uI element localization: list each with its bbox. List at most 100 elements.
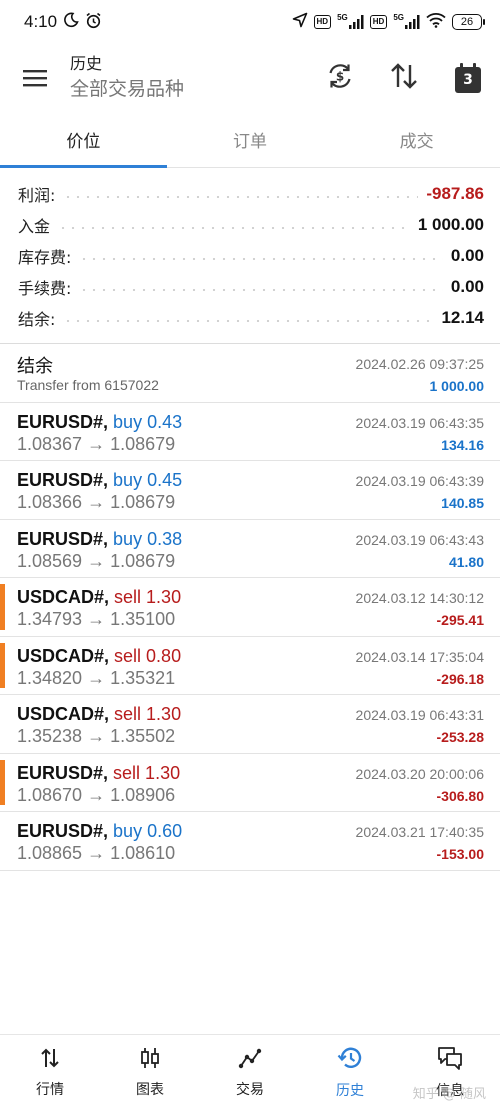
nav-chart[interactable]: 图表 — [100, 1035, 200, 1111]
summary-label: 入金 — [18, 216, 51, 236]
deal-row[interactable]: EURUSD#, buy 0.38 1.08569 → 1.08679 2024… — [0, 520, 500, 578]
summary-value: 12.14 — [441, 307, 484, 327]
history-icon — [337, 1046, 363, 1074]
currency-refresh-icon: $ — [326, 62, 354, 94]
moon-icon — [63, 12, 79, 32]
tab-bar: 价位 订单 成交 — [0, 112, 500, 168]
title-block[interactable]: 历史 全部交易品种 — [70, 54, 184, 102]
summary-value: 0.00 — [450, 276, 484, 296]
deal-time: 2024.03.21 17:40:35 — [355, 824, 484, 840]
deal-prices: 1.08670 → 1.08906 — [17, 784, 176, 805]
hd-badge: HD — [313, 15, 332, 29]
nav-label: 图表 — [136, 1082, 164, 1098]
deal-symbol: EURUSD#, — [17, 411, 109, 432]
deal-side: sell 0.80 — [114, 645, 182, 666]
deal-row[interactable]: EURUSD#, buy 0.60 1.08865 → 1.08610 2024… — [0, 812, 500, 871]
balance-title: 结余 — [17, 356, 53, 377]
tab-orders[interactable]: 订单 — [167, 112, 334, 167]
summary-value: 0.00 — [450, 245, 484, 265]
hamburger-menu-icon[interactable] — [0, 44, 70, 112]
deal-profit: 140.85 — [441, 495, 484, 511]
summary-label: 库存费: — [18, 247, 72, 267]
symbol-filter[interactable]: 全部交易品种 — [70, 76, 184, 102]
deal-side: buy 0.43 — [113, 411, 183, 432]
currency-convert-button[interactable]: $ — [308, 44, 372, 112]
deal-prices: 1.08367 → 1.08679 — [17, 433, 176, 454]
deal-time: 2024.03.20 20:00:06 — [355, 765, 484, 782]
summary-row-balance: 结余: 12.14 — [0, 302, 500, 333]
location-icon — [292, 12, 308, 32]
watermark: 知乎 @ 随风 — [412, 1087, 486, 1102]
deal-symbol: EURUSD#, — [17, 821, 109, 841]
deal-profit: -296.18 — [436, 670, 484, 687]
deal-row[interactable]: USDCAD#, sell 0.80 1.34820 → 1.35321 202… — [0, 637, 500, 695]
deal-symbol: USDCAD#, — [17, 587, 110, 607]
status-bar: 4:10 HD 5G HD 5G 26 — [0, 0, 500, 44]
deal-prices: 1.08366 → 1.08679 — [17, 492, 176, 512]
deal-symbol: USDCAD#, — [17, 645, 110, 666]
app-bar: 历史 全部交易品种 $ 3 — [0, 44, 500, 112]
trade-icon — [238, 1047, 262, 1073]
dotted-leader — [63, 319, 434, 322]
deal-row[interactable]: EURUSD#, sell 1.30 1.08670 → 1.08906 202… — [0, 754, 500, 812]
deal-time: 2024.03.19 06:43:35 — [355, 414, 484, 431]
deal-profit: -306.80 — [436, 787, 484, 804]
quotes-icon — [39, 1047, 61, 1073]
clock: 4:10 — [24, 12, 58, 31]
deal-side: buy 0.45 — [113, 470, 183, 490]
sort-arrows-icon — [390, 63, 418, 93]
dotted-leader — [79, 257, 443, 260]
deal-profit: 41.80 — [448, 553, 484, 570]
nav-history[interactable]: 历史 — [300, 1035, 400, 1111]
signal-icon-2: 5G — [393, 13, 420, 29]
dotted-leader — [58, 226, 410, 229]
deals-list: 结余 Transfer from 6157022 2024.02.26 09:3… — [0, 344, 500, 871]
deal-marker — [0, 584, 5, 630]
deal-symbol: EURUSD#, — [17, 762, 109, 783]
summary-value: -987.86 — [426, 183, 484, 203]
chart-icon — [139, 1047, 161, 1073]
deal-prices: 1.08569 → 1.08679 — [17, 550, 176, 571]
summary-row-profit: 利润: -987.86 — [0, 178, 500, 209]
deal-profit: -295.41 — [436, 612, 484, 628]
summary-row-commission: 手续费: 0.00 — [0, 271, 500, 302]
account-summary: 利润: -987.86 入金 1 000.00 库存费: 0.00 手续费: 0… — [0, 178, 500, 333]
deal-row[interactable]: USDCAD#, sell 1.30 1.35238 → 1.35502 202… — [0, 695, 500, 754]
calendar-icon: 3 — [455, 63, 481, 93]
summary-label: 手续费: — [18, 278, 72, 298]
alarm-icon — [85, 12, 102, 33]
deal-time: 2024.02.26 09:37:25 — [355, 356, 484, 372]
balance-entry[interactable]: 结余 Transfer from 6157022 2024.02.26 09:3… — [0, 344, 500, 403]
summary-row-swap: 库存费: 0.00 — [0, 240, 500, 271]
deal-row[interactable]: EURUSD#, buy 0.43 1.08367 → 1.08679 2024… — [0, 403, 500, 461]
date-range-button[interactable]: 3 — [436, 44, 500, 112]
messages-icon — [437, 1046, 463, 1074]
deal-side: sell 1.30 — [114, 704, 182, 724]
sort-button[interactable] — [372, 44, 436, 112]
nav-quotes[interactable]: 行情 — [0, 1035, 100, 1111]
nav-trade[interactable]: 交易 — [200, 1035, 300, 1111]
page-title: 历史 — [70, 54, 103, 73]
dotted-leader — [79, 288, 443, 291]
deal-time: 2024.03.19 06:43:43 — [355, 531, 484, 548]
summary-row-deposit: 入金 1 000.00 — [0, 209, 500, 240]
nav-label: 交易 — [236, 1082, 264, 1098]
balance-comment: Transfer from 6157022 — [17, 377, 159, 393]
deal-row[interactable]: USDCAD#, sell 1.30 1.34793 → 1.35100 202… — [0, 578, 500, 637]
nav-label: 历史 — [336, 1083, 364, 1099]
tab-positions[interactable]: 价位 — [0, 112, 167, 168]
deal-prices: 1.08865 → 1.08610 — [17, 843, 176, 863]
dotted-leader — [63, 195, 419, 198]
hd-badge-2: HD — [369, 15, 388, 29]
tab-deals[interactable]: 成交 — [333, 112, 500, 167]
deal-marker — [0, 642, 5, 688]
deal-row[interactable]: EURUSD#, buy 0.45 1.08366 → 1.08679 2024… — [0, 461, 500, 520]
deal-profit: -253.28 — [436, 729, 484, 745]
deal-profit: 134.16 — [441, 436, 484, 453]
deal-time: 2024.03.19 06:43:31 — [355, 707, 484, 723]
nav-label: 行情 — [36, 1082, 64, 1098]
battery-icon: 26 — [452, 14, 485, 30]
deal-profit: -153.00 — [436, 846, 484, 862]
deal-side: sell 1.30 — [113, 762, 181, 783]
deal-symbol: USDCAD#, — [17, 704, 110, 724]
